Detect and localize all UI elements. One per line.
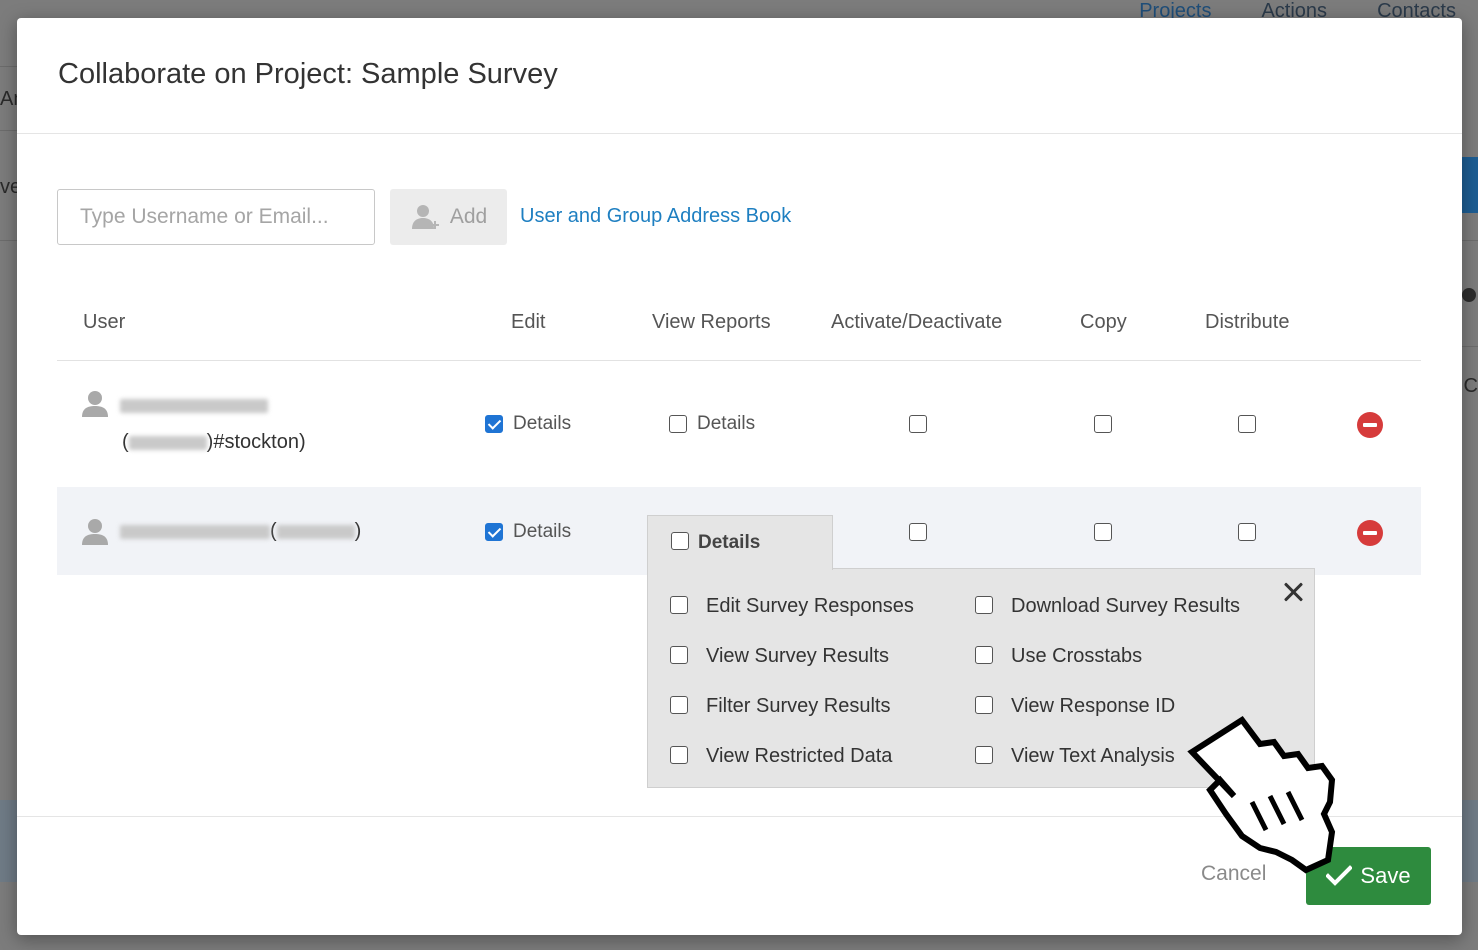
filter-survey-results-checkbox[interactable] bbox=[670, 696, 688, 714]
redacted-username bbox=[128, 435, 207, 450]
activate-checkbox[interactable] bbox=[909, 523, 927, 541]
save-label: Save bbox=[1360, 863, 1411, 888]
background-divider bbox=[0, 66, 18, 67]
view-restricted-data-checkbox[interactable] bbox=[670, 746, 688, 764]
view-survey-results-label[interactable]: View Survey Results bbox=[706, 645, 889, 668]
background-divider bbox=[1462, 240, 1478, 241]
download-survey-results-label[interactable]: Download Survey Results bbox=[1011, 595, 1240, 618]
edit-survey-responses-label[interactable]: Edit Survey Responses bbox=[706, 595, 914, 618]
edit-survey-responses-checkbox[interactable] bbox=[670, 596, 688, 614]
table-header-divider bbox=[57, 360, 1421, 361]
username-email-input[interactable] bbox=[57, 189, 375, 245]
background-text-fragment: C bbox=[1463, 375, 1478, 397]
background-blue-button bbox=[1462, 157, 1478, 213]
column-header-activate-deactivate: Activate/Deactivate bbox=[831, 311, 1003, 333]
view-reports-details-tab[interactable]: Details bbox=[647, 515, 833, 570]
background-info-icon bbox=[1462, 288, 1476, 302]
column-header-distribute: Distribute bbox=[1205, 311, 1290, 333]
view-response-id-label[interactable]: View Response ID bbox=[1011, 695, 1175, 718]
view-text-analysis-label[interactable]: View Text Analysis bbox=[1011, 745, 1175, 768]
details-tab-label: Details bbox=[698, 532, 761, 553]
user-id: ( )#stockton) bbox=[122, 431, 306, 454]
user-id-close: ) bbox=[354, 520, 362, 542]
redacted-name bbox=[120, 398, 268, 413]
column-header-copy: Copy bbox=[1080, 311, 1127, 333]
edit-details-label[interactable]: Details bbox=[513, 521, 571, 543]
user-id-open: ( bbox=[270, 520, 277, 542]
view-reports-details-label[interactable]: Details bbox=[697, 413, 755, 435]
remove-user-button[interactable] bbox=[1357, 412, 1383, 438]
view-reports-checkbox[interactable] bbox=[671, 532, 689, 550]
activate-checkbox[interactable] bbox=[909, 415, 927, 433]
modal-header: Collaborate on Project: Sample Survey bbox=[17, 18, 1462, 134]
copy-checkbox[interactable] bbox=[1094, 523, 1112, 541]
user-avatar-icon bbox=[82, 391, 108, 417]
view-text-analysis-checkbox[interactable] bbox=[975, 746, 993, 764]
modal-title: Collaborate on Project: Sample Survey bbox=[58, 58, 558, 90]
address-book-link[interactable]: User and Group Address Book bbox=[520, 205, 791, 228]
background-divider bbox=[0, 130, 18, 131]
edit-checkbox[interactable] bbox=[485, 415, 503, 433]
redacted-username bbox=[276, 524, 355, 539]
copy-checkbox[interactable] bbox=[1094, 415, 1112, 433]
user-name: () bbox=[120, 520, 361, 543]
redacted-name bbox=[120, 524, 270, 539]
view-survey-results-checkbox[interactable] bbox=[670, 646, 688, 664]
add-user-button[interactable]: Add bbox=[390, 189, 507, 245]
use-crosstabs-label[interactable]: Use Crosstabs bbox=[1011, 645, 1142, 668]
user-id-prefix: ( bbox=[122, 431, 129, 453]
user-id-suffix: )#stockton) bbox=[206, 431, 306, 453]
edit-details-label[interactable]: Details bbox=[513, 413, 571, 435]
column-header-view-reports: View Reports bbox=[652, 311, 771, 333]
background-divider bbox=[1462, 346, 1478, 347]
download-survey-results-checkbox[interactable] bbox=[975, 596, 993, 614]
distribute-checkbox[interactable] bbox=[1238, 415, 1256, 433]
user-avatar-icon bbox=[82, 519, 108, 545]
filter-survey-results-label[interactable]: Filter Survey Results bbox=[706, 695, 891, 718]
view-restricted-data-label[interactable]: View Restricted Data bbox=[706, 745, 892, 768]
background-divider bbox=[0, 240, 18, 241]
view-reports-checkbox[interactable] bbox=[669, 415, 687, 433]
add-user-label: Add bbox=[449, 205, 488, 228]
hand-pointer-cursor-icon bbox=[1187, 715, 1336, 874]
add-user-icon bbox=[411, 205, 439, 229]
close-icon[interactable] bbox=[1282, 581, 1304, 603]
column-header-user: User bbox=[83, 311, 126, 333]
user-name-blurred bbox=[120, 394, 268, 417]
distribute-checkbox[interactable] bbox=[1238, 523, 1256, 541]
edit-checkbox[interactable] bbox=[485, 523, 503, 541]
view-response-id-checkbox[interactable] bbox=[975, 696, 993, 714]
column-header-edit: Edit bbox=[511, 311, 546, 333]
remove-user-button[interactable] bbox=[1357, 520, 1383, 546]
use-crosstabs-checkbox[interactable] bbox=[975, 646, 993, 664]
